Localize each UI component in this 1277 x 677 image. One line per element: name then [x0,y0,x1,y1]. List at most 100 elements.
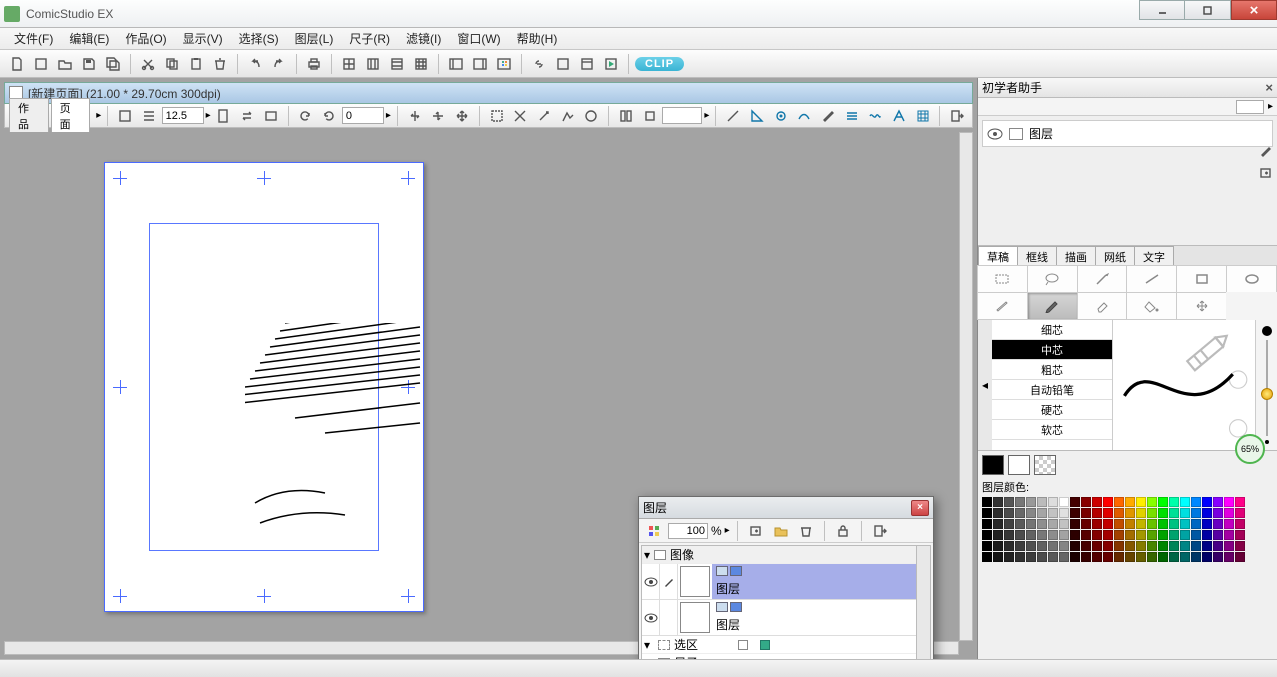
tab-work[interactable]: 作品 [9,98,49,133]
tool-f-icon[interactable] [615,105,637,127]
tree-scrollbar[interactable] [916,546,930,659]
rp-dropdown-icon[interactable]: ▸ [1268,101,1273,112]
paste-icon[interactable] [185,53,207,75]
rp-box[interactable] [1236,100,1264,114]
edit-icon[interactable] [1257,142,1275,160]
tab-tone[interactable]: 网纸 [1095,246,1135,265]
tool-eraser[interactable] [1077,292,1128,320]
cut-icon[interactable] [137,53,159,75]
tab-text[interactable]: 文字 [1134,246,1174,265]
tool-marquee[interactable] [977,265,1028,293]
layer-mode-icon[interactable] [643,520,665,542]
visibility-toggle[interactable] [642,564,660,599]
ruler-pen-icon[interactable] [817,105,839,127]
layer-lock-icon[interactable] [832,520,854,542]
tool-pen[interactable] [977,292,1028,320]
tool-pencil[interactable] [1027,292,1078,320]
edit-toggle[interactable] [660,564,678,599]
angle-input[interactable] [342,107,384,124]
visibility-toggle[interactable] [642,600,660,635]
rp-layer-entry[interactable]: 图层 [982,120,1273,147]
new-folder-icon[interactable] [770,520,792,542]
zoom-swap-icon[interactable] [236,105,258,127]
layer-row-1[interactable]: 图层 [642,564,930,600]
delete-icon[interactable] [209,53,231,75]
layer-props-icon[interactable] [869,520,891,542]
panel-close-button[interactable]: × [911,500,929,516]
pen-soft[interactable]: 软芯 [992,420,1112,440]
tool-a-icon[interactable] [486,105,508,127]
layer-group-image[interactable]: ▾ 图像 [642,546,930,564]
tab-draft[interactable]: 草稿 [978,246,1018,265]
tool-ellipse[interactable] [1226,265,1277,293]
window-minimize-button[interactable] [1139,0,1185,20]
save-icon[interactable] [78,53,100,75]
rotate-cw-icon[interactable] [318,105,340,127]
edit-toggle[interactable] [660,600,678,635]
zoom-input[interactable] [162,107,204,124]
tool-lasso[interactable] [1027,265,1078,293]
menu-file[interactable]: 文件(F) [6,30,61,47]
tool-value-input[interactable] [662,107,702,124]
menu-work[interactable]: 作品(O) [117,30,174,47]
grid3-icon[interactable] [386,53,408,75]
opacity-menu-icon[interactable]: ▸ [725,525,730,536]
tool-move[interactable] [1176,292,1227,320]
open-icon[interactable] [54,53,76,75]
layer-row-2[interactable]: 图层 [642,600,930,636]
ruler-curve-icon[interactable] [793,105,815,127]
play-icon[interactable] [600,53,622,75]
document-titlebar[interactable]: [新建页面] (21.00 * 29.70cm 300dpi) [4,82,973,104]
panel-titlebar[interactable]: 图层 × [639,497,933,519]
ruler-grid-icon[interactable] [912,105,934,127]
undo-icon[interactable] [244,53,266,75]
save-all-icon[interactable] [102,53,124,75]
fg-color-swatch[interactable] [982,455,1004,475]
new-page-icon[interactable] [30,53,52,75]
collapse-icon[interactable]: ◂ [978,320,992,450]
rp-close-button[interactable]: × [1265,80,1273,95]
exit-icon[interactable] [946,105,968,127]
redo-icon[interactable] [268,53,290,75]
pen-thick[interactable]: 粗芯 [992,360,1112,380]
pen-size-slider[interactable] [1255,320,1277,450]
copy-icon[interactable] [161,53,183,75]
ruler-line-icon[interactable] [722,105,744,127]
opacity-circle[interactable]: 65% [1235,434,1265,464]
tab-page[interactable]: 页面 [51,98,91,133]
tool-fill[interactable] [1126,292,1177,320]
pen-thin[interactable]: 细芯 [992,320,1112,340]
transparent-swatch[interactable] [1034,455,1056,475]
window-close-button[interactable]: × [1231,0,1277,20]
tool-e-icon[interactable] [580,105,602,127]
angle-dropdown-icon[interactable]: ▸ [386,110,391,121]
menu-help[interactable]: 帮助(H) [509,30,566,47]
new-layer-icon[interactable] [745,520,767,542]
tool-b-icon[interactable] [510,105,532,127]
pen-hard[interactable]: 硬芯 [992,400,1112,420]
delete-layer-icon[interactable] [795,520,817,542]
menu-select[interactable]: 选择(S) [231,30,287,47]
clip-badge[interactable]: CLIP [635,57,684,71]
grid4-icon[interactable] [410,53,432,75]
flip-h-icon[interactable] [404,105,426,127]
pen-auto[interactable]: 自动铅笔 [992,380,1112,400]
grid1-icon[interactable] [338,53,360,75]
fit-list-icon[interactable] [138,105,160,127]
tab-frame[interactable]: 框线 [1017,246,1057,265]
ruler-persp-icon[interactable] [888,105,910,127]
grid2-icon[interactable] [362,53,384,75]
panel2-icon[interactable] [469,53,491,75]
tool-line[interactable] [1126,265,1177,293]
tool-dropdown-icon[interactable]: ▸ [704,110,709,121]
panel1-icon[interactable] [445,53,467,75]
move-all-icon[interactable] [451,105,473,127]
pen-medium[interactable]: 中芯 [992,340,1112,360]
ruler-focus-icon[interactable] [770,105,792,127]
bg-color-swatch[interactable] [1008,455,1030,475]
layers-panel[interactable]: 图层 × % ▸ ▾ 图像 [638,496,934,659]
ruler-para-icon[interactable] [841,105,863,127]
vertical-scrollbar[interactable] [959,132,973,641]
tool-wand[interactable] [1077,265,1128,293]
window-maximize-button[interactable] [1185,0,1231,20]
